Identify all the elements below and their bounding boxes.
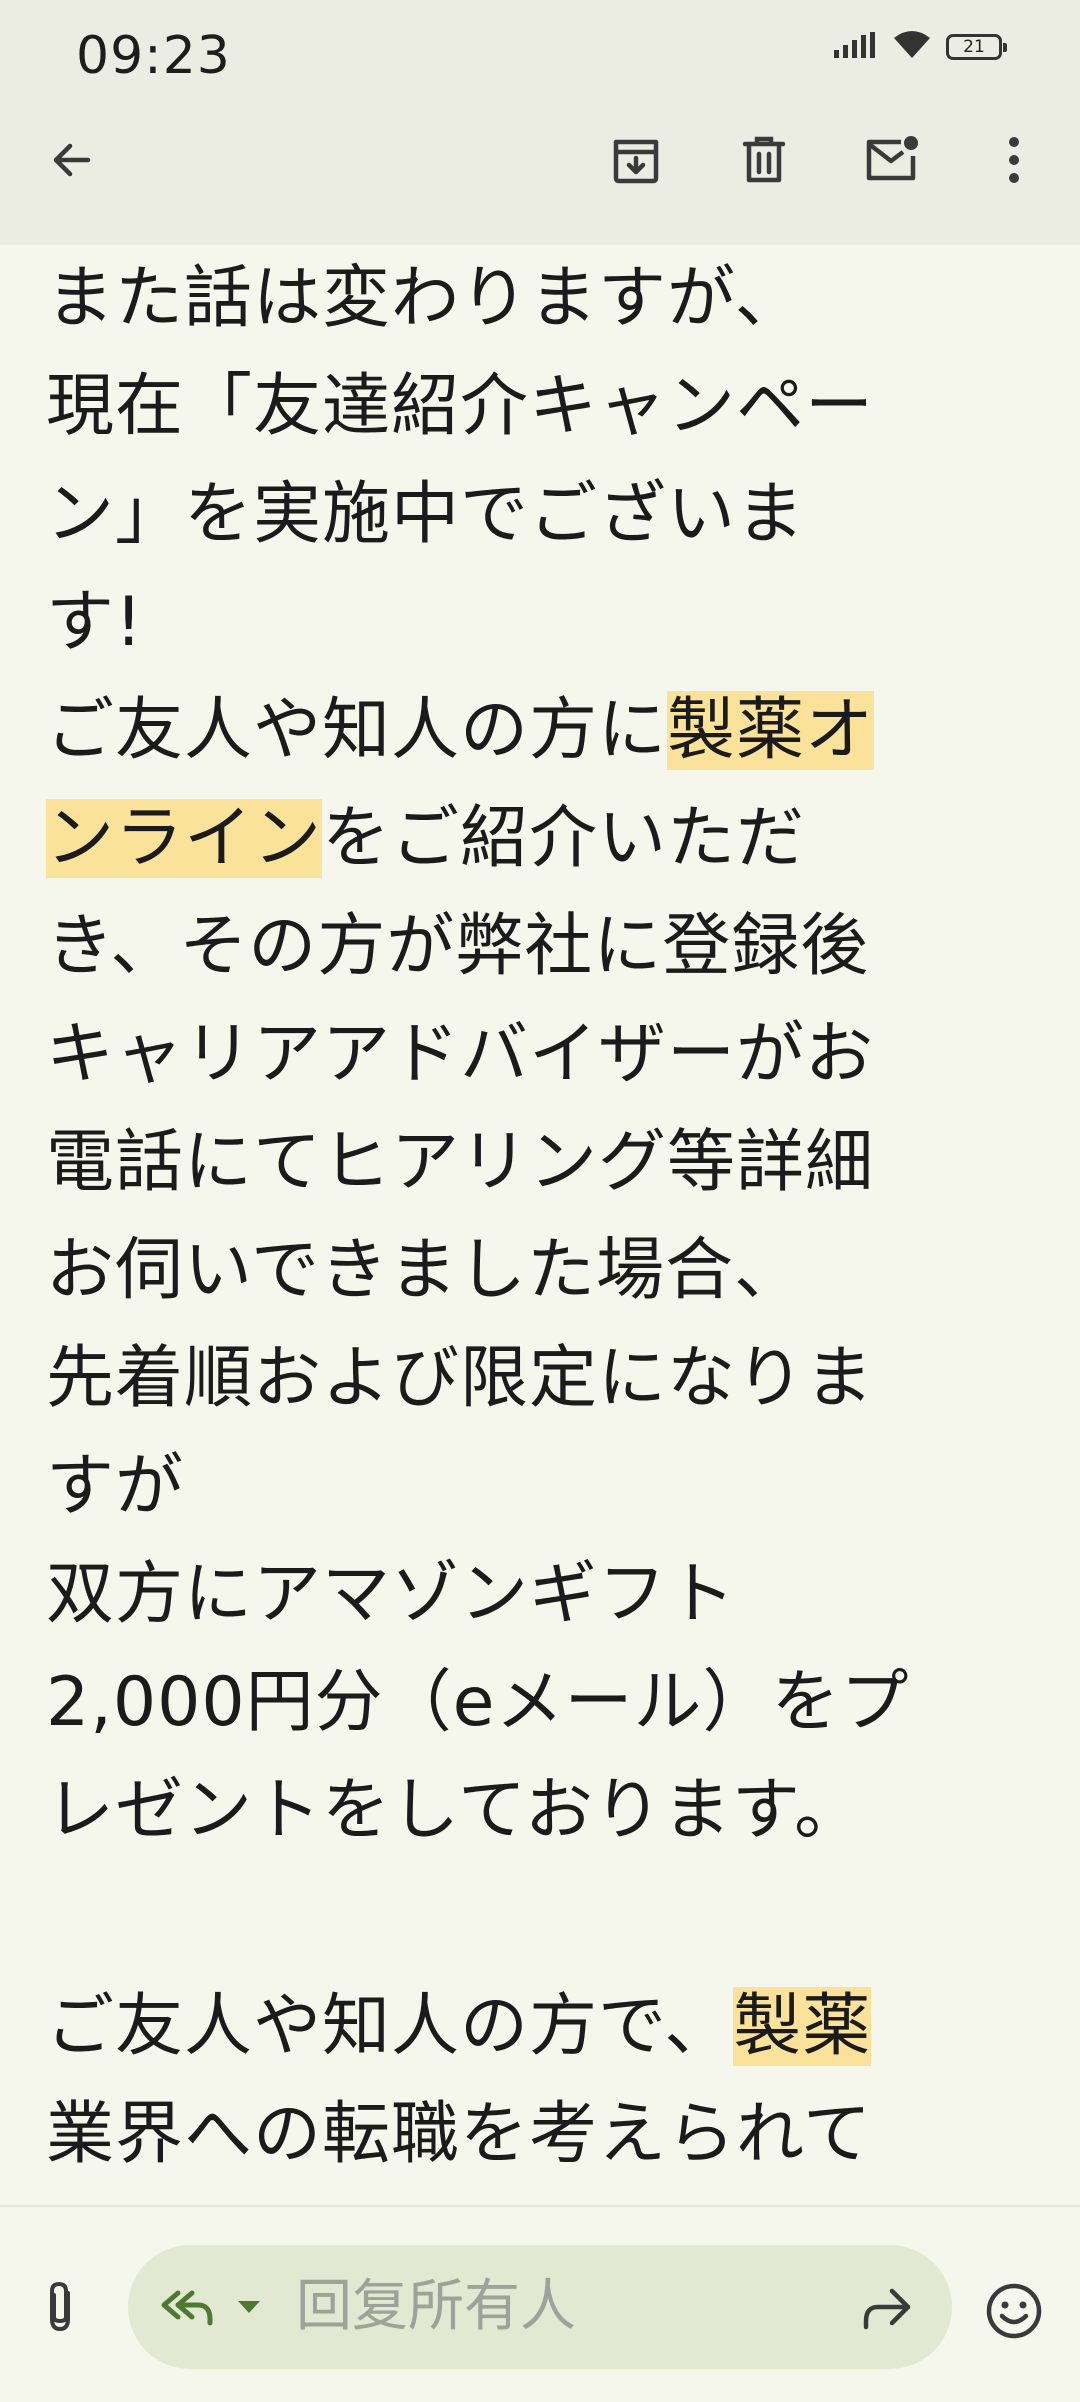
search-highlight: ンライン (46, 799, 323, 878)
more-options-icon (1006, 136, 1022, 188)
email-body-line: 電話にてヒアリング等詳細 (46, 1123, 875, 1202)
forward-icon[interactable] (858, 2283, 914, 2333)
attachment-icon (40, 2279, 80, 2339)
search-highlight: 製薬 (733, 1987, 872, 2066)
reply-all-icon[interactable] (158, 2279, 216, 2335)
delete-icon (739, 134, 789, 190)
email-body-line: ご友人や知人の方に製薬オ (46, 677, 1046, 785)
wifi-icon (892, 30, 932, 64)
emoji-icon (985, 2282, 1043, 2344)
email-body-line: 現在「友達紹介キャンペー (46, 367, 875, 446)
email-body-line: 業界への転職を考えられて (46, 2095, 872, 2174)
email-body-line (46, 1865, 1046, 1973)
email-body-line: また話は変わりますが、 (46, 259, 804, 338)
mark-unread-button[interactable] (850, 120, 934, 204)
delete-button[interactable] (722, 120, 806, 204)
battery-level: 21 (963, 37, 985, 57)
email-body-line: す! (46, 583, 144, 662)
signal-icon (834, 32, 878, 62)
email-toolbar (0, 80, 1080, 245)
email-body-line: 2,000円分（eメール）をプ (46, 1663, 910, 1742)
email-body-line: 先着順および限定になりま (46, 1339, 875, 1418)
reply-input[interactable]: 回复所有人 (296, 2265, 856, 2349)
email-body-line: キャリアアドバイザーがお (46, 1015, 875, 1094)
dropdown-caret-icon[interactable] (236, 2299, 262, 2315)
battery-icon: 21 (946, 34, 1007, 60)
email-body-line: お伺いできました場合、 (46, 1231, 803, 1310)
reply-box[interactable]: 回复所有人 (128, 2245, 952, 2369)
search-highlight: 製薬オ (667, 691, 875, 770)
status-time: 09:23 (76, 26, 231, 78)
status-icons: 21 (834, 30, 1007, 64)
body-text: ご友人や知人の方に (46, 691, 668, 770)
email-body-line: き、その方が弊社に登録後 (46, 907, 870, 986)
email-body-line: 双方にアマゾンギフト (46, 1555, 737, 1634)
reply-bar: 回复所有人 (0, 2205, 1080, 2402)
email-body-line: ン」を実施中でございま (46, 475, 806, 554)
back-button[interactable] (30, 120, 114, 204)
mark-unread-icon (863, 134, 921, 190)
archive-button[interactable] (594, 120, 678, 204)
status-bar: 09:23 21 (0, 0, 1080, 80)
attachment-button[interactable] (28, 2269, 92, 2349)
body-text: ご友人や知人の方で、 (46, 1987, 734, 2066)
email-body-line: レゼントをしております。 (46, 1771, 864, 1850)
back-arrow-icon (48, 136, 96, 188)
more-options-button[interactable] (972, 120, 1056, 204)
email-body-line: ンラインをご紹介いただ (46, 785, 1046, 893)
email-body-line: すが (46, 1447, 185, 1526)
archive-icon (610, 134, 662, 190)
emoji-button[interactable] (982, 2281, 1046, 2345)
email-body-line: ご友人や知人の方で、製薬 (46, 1973, 1046, 2081)
email-body: また話は変わりますが、 現在「友達紹介キャンペー ン」を実施中でございま す! ご友人や… (46, 245, 1046, 2205)
body-text: をご紹介いただ (322, 799, 806, 878)
